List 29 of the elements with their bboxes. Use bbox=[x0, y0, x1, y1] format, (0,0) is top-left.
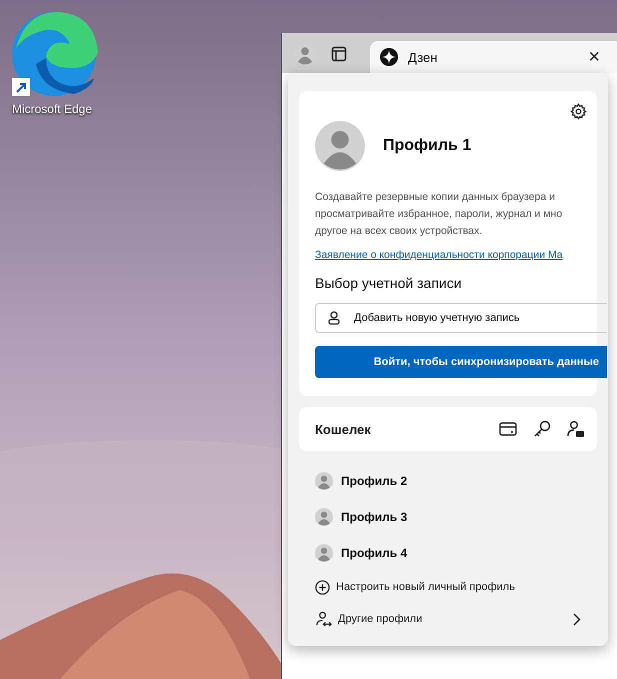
star-logo-icon bbox=[380, 48, 398, 66]
card-icon[interactable] bbox=[499, 422, 517, 436]
person-switch-icon bbox=[315, 610, 332, 628]
account-heading: Выбор учетной записи bbox=[315, 275, 463, 291]
profile-item[interactable]: Профиль 4 bbox=[299, 535, 597, 571]
browser-tab[interactable]: Дзен × bbox=[370, 41, 617, 73]
menu-item[interactable]: Настроить новый личный профиль bbox=[299, 571, 597, 603]
person-icon bbox=[328, 311, 340, 325]
key-icon[interactable] bbox=[533, 420, 551, 438]
wallet-bar[interactable]: Кошелек bbox=[299, 407, 597, 451]
sign-in-button[interactable]: Войти, чтобы синхронизировать данные bbox=[315, 346, 607, 378]
profile-avatar-icon bbox=[315, 508, 333, 526]
profile-avatar-icon bbox=[315, 472, 333, 490]
menu-item[interactable]: Другие профили bbox=[299, 603, 597, 635]
close-tab-button[interactable]: × bbox=[588, 46, 600, 68]
profile-item[interactable]: Профиль 2 bbox=[299, 463, 597, 499]
plus-circle-icon bbox=[315, 580, 330, 594]
add-account-button[interactable]: Добавить новую учетную запись bbox=[315, 303, 607, 333]
person-lock-icon[interactable] bbox=[567, 420, 585, 438]
profile-item[interactable]: Профиль 3 bbox=[299, 499, 597, 535]
profile-name: Профиль 1 bbox=[383, 137, 472, 155]
tab-actions-icon[interactable] bbox=[331, 46, 347, 62]
privacy-link[interactable]: Заявление о конфиденциальности корпорации Ma bbox=[315, 249, 597, 261]
sync-description: Создавайте резервные копии данных браузера и просматривайте избранное, пароли, журнал и мно другое на всех своих устройствах. bbox=[315, 190, 564, 239]
chevron-right-icon bbox=[573, 612, 581, 626]
profile-avatar bbox=[315, 121, 365, 171]
profile-avatar-icon bbox=[315, 544, 333, 562]
settings-icon[interactable] bbox=[570, 103, 587, 120]
icon-label[interactable]: Microsoft Edge bbox=[12, 102, 92, 116]
